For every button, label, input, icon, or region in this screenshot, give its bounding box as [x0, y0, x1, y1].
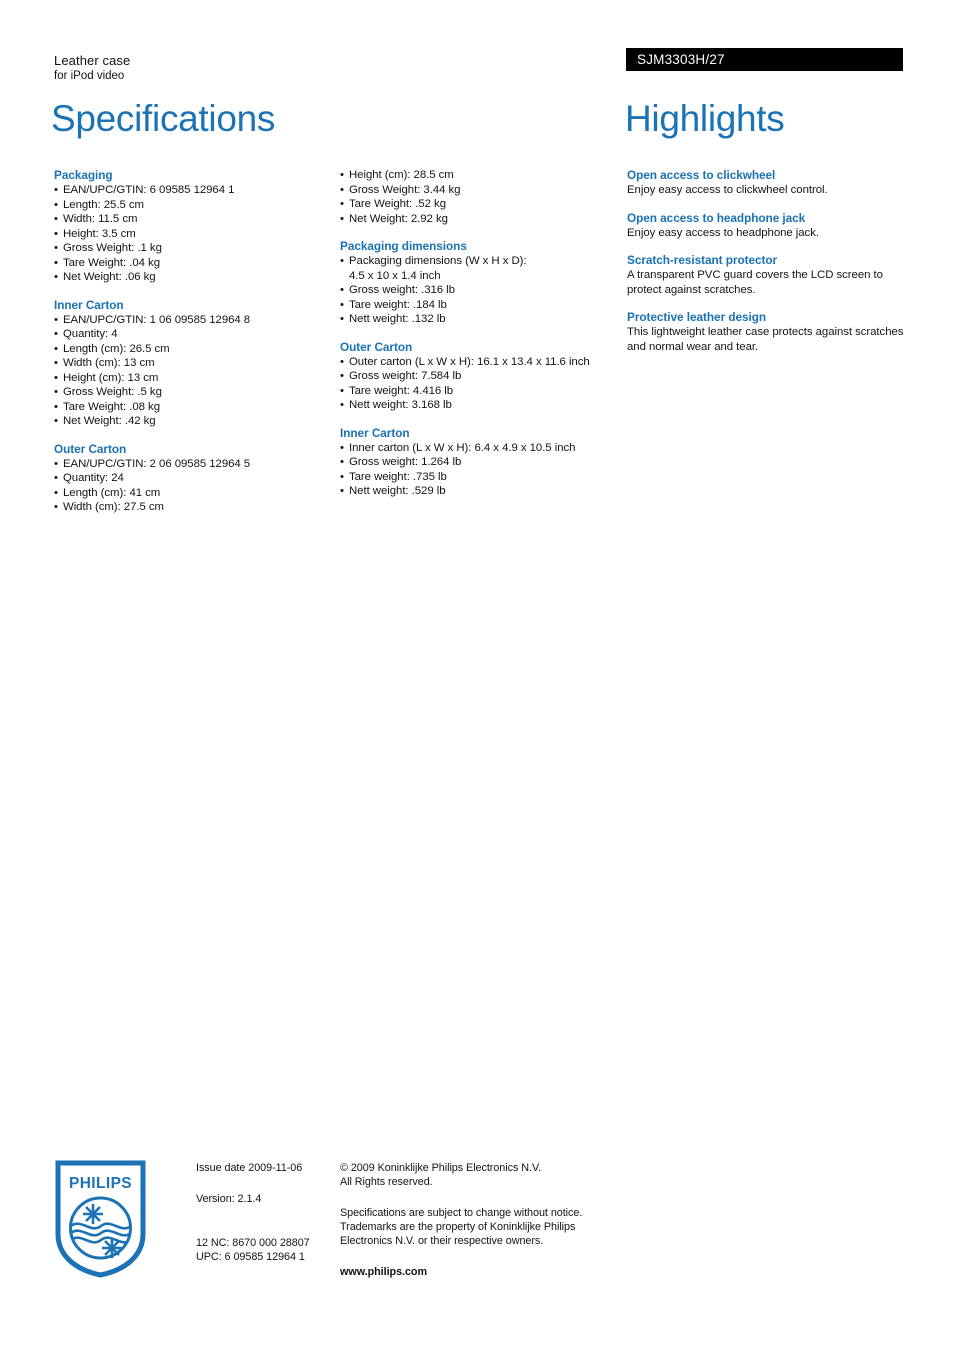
footer-upc: UPC: 6 09585 12964 1	[196, 1251, 305, 1263]
footer-spacer	[340, 1248, 605, 1265]
spec-item: Height: 3.5 cm	[54, 227, 326, 242]
footer-spacer	[196, 1175, 331, 1192]
footer-copyright-line-1: © 2009 Koninklijke Philips Electronics N…	[340, 1162, 542, 1174]
spec-item: Nett weight: .132 lb	[340, 312, 620, 327]
specifications-column-2: Height (cm): 28.5 cm Gross Weight: 3.44 …	[340, 168, 620, 499]
spec-item-continuation: 4.5 x 10 x 1.4 inch	[349, 269, 441, 282]
highlight-body: This lightweight leather case protects a…	[627, 326, 904, 353]
spec-section-heading: Packaging dimensions	[340, 239, 467, 253]
footer-website-link[interactable]: www.philips.com	[340, 1265, 605, 1279]
footer-issue-date: Issue date 2009-11-06	[196, 1162, 303, 1174]
highlight-heading: Open access to clickwheel	[627, 168, 776, 182]
spec-item: Tare weight: 4.416 lb	[340, 384, 620, 399]
svg-text:PHILIPS: PHILIPS	[69, 1175, 132, 1192]
highlight-body: Enjoy easy access to clickwheel control.	[627, 184, 828, 196]
spec-section-outer-carton: Outer Carton EAN/UPC/GTIN: 2 06 09585 12…	[54, 442, 326, 515]
footer-copyright-line-2: All Rights reserved.	[340, 1176, 433, 1188]
spec-item: Nett weight: .529 lb	[340, 484, 620, 499]
spec-item: Net Weight: .06 kg	[54, 270, 326, 285]
specification-sheet-page: Leather case for iPod video SJM3303H/27 …	[0, 0, 954, 1350]
spec-list: Packaging dimensions (W x H x D): 4.5 x …	[340, 254, 620, 327]
spec-item: Width (cm): 27.5 cm	[54, 500, 326, 515]
philips-shield-icon: PHILIPS	[55, 1160, 146, 1278]
spec-item: Inner carton (L x W x H): 6.4 x 4.9 x 10…	[340, 441, 620, 456]
spec-list: EAN/UPC/GTIN: 6 09585 12964 1 Length: 25…	[54, 183, 326, 285]
product-title: Leather case	[54, 53, 131, 68]
spec-section-outer-carton-imperial: Outer Carton Outer carton (L x W x H): 1…	[340, 340, 620, 413]
highlight-open-access-headphone-jack: Open access to headphone jack Enjoy easy…	[627, 211, 912, 241]
spec-section-inner-carton: Inner Carton EAN/UPC/GTIN: 1 06 09585 12…	[54, 298, 326, 429]
highlight-heading: Protective leather design	[627, 310, 767, 324]
spec-item: Gross weight: .316 lb	[340, 283, 620, 298]
footer-12nc: 12 NC: 8670 000 28807	[196, 1237, 310, 1249]
spec-item-text: Packaging dimensions (W x H x D):	[349, 255, 527, 267]
spec-item: Tare weight: .184 lb	[340, 298, 620, 313]
spec-section-inner-carton-imperial: Inner Carton Inner carton (L x W x H): 6…	[340, 426, 620, 499]
footer-version: Version: 2.1.4	[196, 1193, 262, 1205]
spec-section-outer-carton-continued: Height (cm): 28.5 cm Gross Weight: 3.44 …	[340, 168, 620, 226]
spec-item: Height (cm): 28.5 cm	[340, 168, 620, 183]
specifications-column-1: Packaging EAN/UPC/GTIN: 6 09585 12964 1 …	[54, 168, 326, 515]
spec-item: Gross Weight: 3.44 kg	[340, 183, 620, 198]
highlight-heading: Scratch-resistant protector	[627, 253, 778, 267]
highlight-body: Enjoy easy access to headphone jack.	[627, 226, 819, 239]
product-code-banner: SJM3303H/27	[626, 48, 903, 71]
footer-spacer	[340, 1189, 605, 1206]
highlight-body: A transparent PVC guard covers the LCD s…	[627, 269, 883, 296]
spec-section-packaging: Packaging EAN/UPC/GTIN: 6 09585 12964 1 …	[54, 168, 326, 285]
spec-item: Width: 11.5 cm	[54, 212, 326, 227]
spec-item: Quantity: 24	[54, 471, 326, 486]
spec-item: Length (cm): 26.5 cm	[54, 342, 326, 357]
spec-item: EAN/UPC/GTIN: 1 06 09585 12964 8	[54, 313, 326, 328]
spec-list: Outer carton (L x W x H): 16.1 x 13.4 x …	[340, 355, 620, 413]
footer-column-right: © 2009 Koninklijke Philips Electronics N…	[340, 1161, 605, 1279]
highlight-open-access-clickwheel: Open access to clickwheel Enjoy easy acc…	[627, 168, 912, 198]
page-title-specifications: Specifications	[51, 98, 276, 139]
spec-list: Inner carton (L x W x H): 6.4 x 4.9 x 10…	[340, 441, 620, 499]
spec-item: Tare weight: .735 lb	[340, 470, 620, 485]
philips-logo: PHILIPS	[55, 1160, 146, 1278]
highlight-heading: Open access to headphone jack	[627, 210, 806, 225]
spec-item: Nett weight: 3.168 lb	[340, 398, 620, 413]
spec-item: Outer carton (L x W x H): 16.1 x 13.4 x …	[340, 355, 620, 370]
spec-item: Tare Weight: .04 kg	[54, 256, 326, 271]
footer-disclaimer: Specifications are subject to change wit…	[340, 1207, 583, 1247]
spec-item: Length: 25.5 cm	[54, 198, 326, 213]
spec-item: Height (cm): 13 cm	[54, 371, 326, 386]
footer-column-left: Issue date 2009-11-06 Version: 2.1.4 12 …	[196, 1161, 331, 1264]
page-title-highlights: Highlights	[625, 98, 785, 139]
spec-item: EAN/UPC/GTIN: 2 06 09585 12964 5	[54, 457, 326, 472]
spec-section-heading: Outer Carton	[54, 441, 127, 456]
spec-section-packaging-dimensions: Packaging dimensions Packaging dimension…	[340, 239, 620, 327]
spec-item: Length (cm): 41 cm	[54, 486, 326, 501]
highlights-column: Open access to clickwheel Enjoy easy acc…	[627, 168, 912, 354]
spec-item: Tare Weight: .52 kg	[340, 197, 620, 212]
highlight-protective-leather-design: Protective leather design This lightweig…	[627, 310, 912, 354]
product-code-text: SJM3303H/27	[637, 52, 725, 67]
spec-item: Packaging dimensions (W x H x D): 4.5 x …	[340, 254, 620, 283]
spec-item: Width (cm): 13 cm	[54, 356, 326, 371]
spec-section-heading: Packaging	[54, 168, 113, 182]
spec-list: EAN/UPC/GTIN: 1 06 09585 12964 8 Quantit…	[54, 313, 326, 429]
footer-spacer	[196, 1206, 331, 1236]
spec-item: EAN/UPC/GTIN: 6 09585 12964 1	[54, 183, 326, 198]
highlight-scratch-resistant-protector: Scratch-resistant protector A transparen…	[627, 253, 912, 297]
spec-item: Net Weight: .42 kg	[54, 414, 326, 429]
spec-list: EAN/UPC/GTIN: 2 06 09585 12964 5 Quantit…	[54, 457, 326, 515]
spec-item: Gross Weight: .1 kg	[54, 241, 326, 256]
spec-item: Gross Weight: .5 kg	[54, 385, 326, 400]
product-subtitle: for iPod video	[54, 70, 125, 82]
spec-item: Net Weight: 2.92 kg	[340, 212, 620, 227]
spec-section-heading: Outer Carton	[340, 339, 413, 354]
spec-item: Gross weight: 7.584 lb	[340, 369, 620, 384]
spec-section-heading: Inner Carton	[340, 425, 410, 440]
spec-section-heading: Inner Carton	[54, 297, 124, 312]
spec-item: Gross weight: 1.264 lb	[340, 455, 620, 470]
spec-item: Quantity: 4	[54, 327, 326, 342]
spec-list: Height (cm): 28.5 cm Gross Weight: 3.44 …	[340, 168, 620, 226]
spec-item: Tare Weight: .08 kg	[54, 400, 326, 415]
